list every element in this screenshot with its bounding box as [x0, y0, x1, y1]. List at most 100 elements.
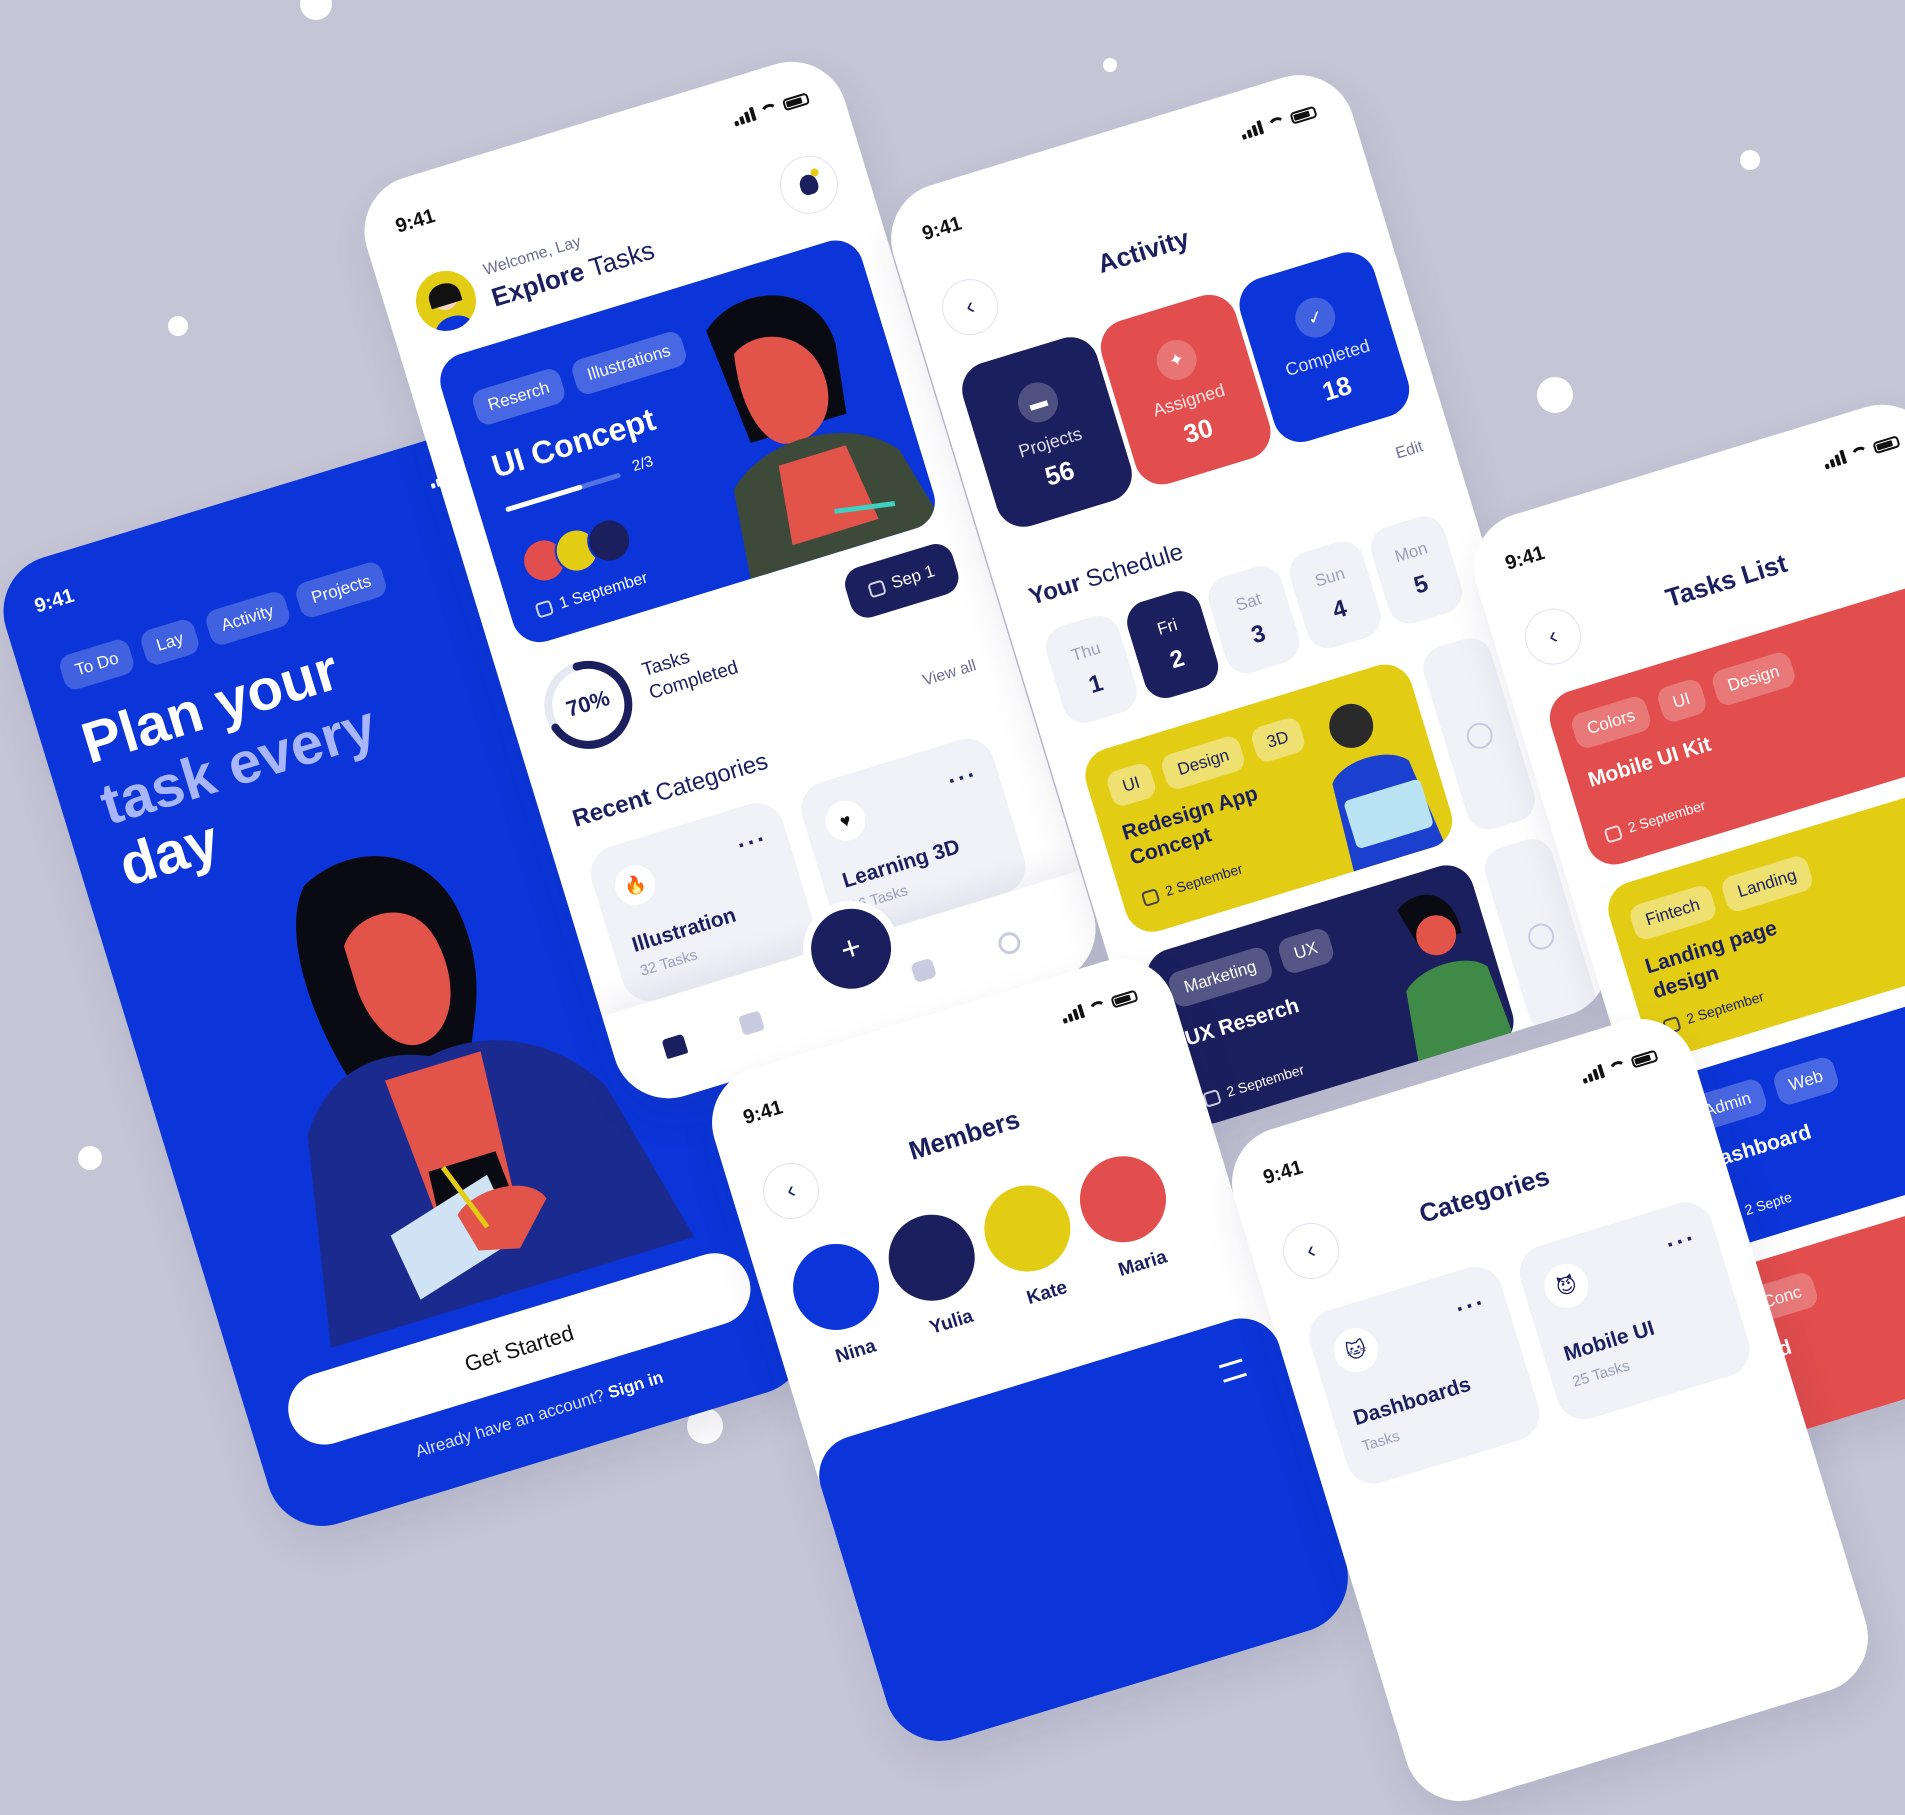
date-picker-button[interactable]: Sep 1: [840, 539, 963, 623]
decor-dot: [1103, 58, 1117, 72]
status-bar: [1239, 104, 1318, 140]
category-count: Tasks: [1360, 1427, 1402, 1456]
user-avatar[interactable]: [408, 263, 484, 339]
category-card-dashboards[interactable]: 🐱 ··· Dashboards Tasks: [1302, 1259, 1547, 1491]
more-icon[interactable]: ···: [945, 761, 982, 797]
battery-icon: [1110, 989, 1139, 1009]
calendar-icon: [534, 599, 555, 619]
wifi-icon: [1849, 444, 1871, 462]
task-tags: Colors UI Design: [1569, 647, 1805, 751]
card-date-text: 1 September: [557, 569, 650, 613]
more-icon[interactable]: ···: [1453, 1289, 1490, 1325]
card-progress-track: [505, 472, 622, 513]
signal-icon: [732, 106, 757, 127]
decor-dot: [168, 316, 188, 336]
schedule-bold: Your: [1025, 569, 1085, 611]
task-date: 2 September: [1603, 797, 1708, 844]
decor-dot: [1740, 150, 1760, 170]
card-progress-fill: [505, 484, 584, 513]
wifi-icon: [1607, 1058, 1629, 1076]
check-icon: ✓: [1290, 292, 1341, 343]
folder-icon: ▬: [1012, 377, 1063, 428]
tasks-label: Tasks Completed: [639, 633, 741, 706]
tag-ux: UX: [1276, 926, 1336, 976]
more-icon[interactable]: ···: [734, 825, 771, 861]
date-button-label: Sep 1: [888, 561, 937, 593]
calendar-icon: [1603, 824, 1624, 844]
tag-landing: Landing: [1719, 853, 1815, 914]
schedule-light: Schedule: [1082, 538, 1187, 594]
fire-icon: 🔥: [610, 860, 661, 911]
home-icon[interactable]: [661, 1033, 689, 1060]
tag-design: Design: [1159, 733, 1248, 792]
task-date-text: 2 Septe: [1742, 1188, 1794, 1219]
decor-dot: [300, 0, 332, 20]
chip-activity[interactable]: Activity: [203, 589, 292, 648]
star-icon: ✦: [1151, 334, 1202, 385]
check-circle-icon: [1524, 920, 1558, 953]
status-time: 9:41: [1502, 542, 1548, 575]
battery-icon: [1630, 1049, 1659, 1069]
view-all-link[interactable]: View all: [921, 657, 979, 690]
filter-icon[interactable]: [1218, 1358, 1247, 1383]
chip-lay[interactable]: Lay: [138, 616, 202, 668]
decor-dot: [78, 1146, 102, 1170]
day-mon[interactable]: Mon 5: [1365, 511, 1468, 629]
gear-icon[interactable]: [995, 929, 1024, 957]
notification-button[interactable]: [772, 148, 846, 221]
category-card-mobile-ui[interactable]: 😈 ··· Mobile UI 25 Tasks: [1512, 1195, 1757, 1427]
wifi-icon: [1266, 114, 1288, 132]
signal-icon: [1239, 120, 1265, 140]
card-tags: Reserch Illustrations: [469, 327, 696, 428]
task-date-text: 2 September: [1163, 860, 1245, 900]
tag-marketing: Marketing: [1165, 944, 1275, 1010]
task-date: 2 September: [1202, 1061, 1307, 1108]
category-name: Dashboards: [1350, 1372, 1474, 1431]
wifi-icon: [1087, 998, 1109, 1016]
status-bar: [1822, 433, 1901, 470]
decor-dot: [1537, 377, 1573, 413]
chip-projects[interactable]: Projects: [293, 559, 390, 621]
tag-ui: UI: [1654, 677, 1709, 725]
battery-icon: [1289, 105, 1318, 125]
calendar-icon: [1140, 887, 1161, 907]
task-date-text: 2 September: [1224, 1061, 1306, 1100]
tag-web: Web: [1770, 1054, 1842, 1108]
wifi-icon: [758, 101, 780, 119]
avatar: [782, 1233, 890, 1341]
edit-link[interactable]: Edit: [1394, 438, 1426, 463]
notification-icon: [797, 167, 821, 197]
check-circle-icon: [1463, 719, 1496, 752]
task-date-text: 2 September: [1625, 796, 1708, 836]
status-time: 9:41: [1260, 1156, 1306, 1190]
more-icon[interactable]: ···: [1663, 1224, 1700, 1260]
chat-icon[interactable]: [910, 957, 938, 984]
task-tags: Fintech Landing: [1627, 851, 1823, 943]
signal-icon: [1822, 449, 1848, 470]
battery-icon: [781, 92, 811, 112]
avatar: [973, 1174, 1082, 1283]
status-time: 9:41: [740, 1096, 786, 1130]
woman-drawing-illustration: [706, 295, 942, 579]
card-progress-text: 2/3: [630, 452, 656, 476]
task-tags: Marketing UX: [1165, 924, 1344, 1010]
signin-link[interactable]: Sign in: [606, 1368, 666, 1403]
recent-light: Categories: [652, 747, 772, 808]
chip-todo[interactable]: To Do: [57, 636, 137, 693]
recent-bold: Recent: [569, 783, 654, 833]
heading-light: Tasks: [585, 234, 658, 283]
member-name: Maria: [1115, 1246, 1170, 1282]
heart-icon: ♥: [820, 795, 871, 846]
tag-ui: UI: [1104, 760, 1159, 809]
devil-icon: 😈: [1538, 1258, 1594, 1314]
status-time: 9:41: [919, 212, 965, 246]
task-date: 2 September: [1140, 860, 1245, 907]
task-title: UX Reserch: [1182, 994, 1302, 1051]
tag-design: Design: [1709, 649, 1798, 708]
tag-research: Reserch: [469, 366, 568, 428]
stats-icon[interactable]: [738, 1010, 765, 1036]
status-bar: [1580, 1048, 1659, 1084]
tag-colors: Colors: [1569, 693, 1654, 751]
task-date-text: 2 September: [1684, 988, 1766, 1027]
stage: 9:41 To Do Lay Activity Projects Plan yo…: [0, 0, 1905, 1815]
